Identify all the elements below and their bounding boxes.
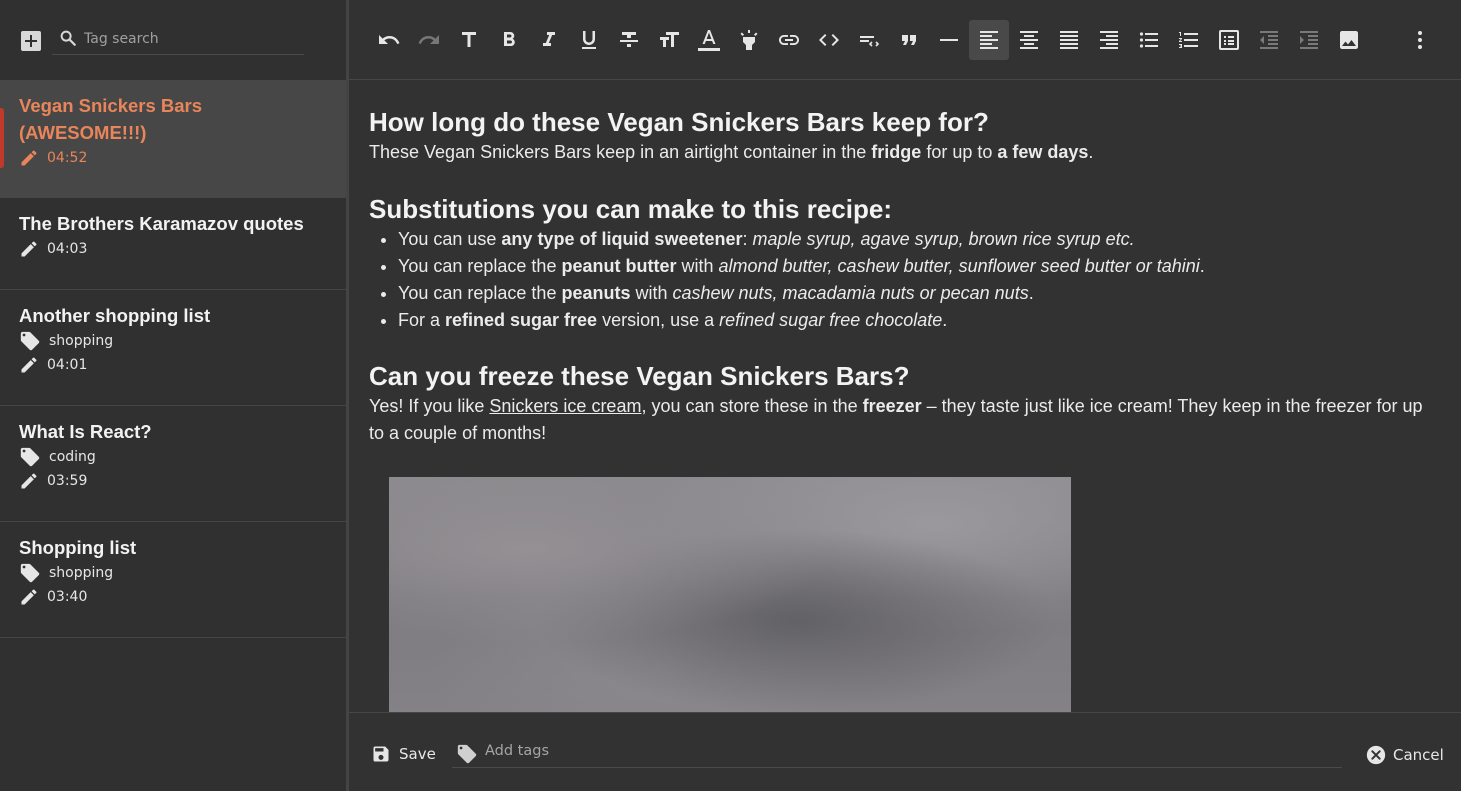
cancel-label: Cancel [1393,746,1444,764]
note-time: 04:03 [47,241,88,257]
indent-icon[interactable] [1289,20,1329,60]
paragraph-storage: These Vegan Snickers Bars keep in an air… [369,142,1094,162]
highlight-icon[interactable] [729,20,769,60]
pencil-icon [21,473,37,489]
italic-icon[interactable] [529,20,569,60]
note-editor[interactable]: How long do these Vegan Snickers Bars ke… [349,81,1461,712]
note-tag-label: coding [49,449,96,465]
list-item: For a refined sugar free version, use a … [398,307,1441,334]
note-list-item[interactable]: Shopping list shopping 03:40 [0,522,346,638]
note-tag-label: shopping [49,333,114,349]
add-note-icon[interactable] [21,31,41,51]
paragraph-freezing: Yes! If you like Snickers ice cream, you… [369,396,1423,443]
note-title: Another shopping list [19,305,211,326]
editor-toolbar [349,0,1461,80]
note-title: Vegan Snickers Bars (AWESOME!!!) [19,95,203,143]
tag-search-box[interactable] [52,26,304,55]
redo-icon[interactable] [409,20,449,60]
notes-sidebar: Vegan Snickers Bars (AWESOME!!!) 04:52 T… [0,0,346,791]
add-tags-field[interactable] [452,740,1342,768]
note-title: The Brothers Karamazov quotes [19,213,304,234]
pencil-icon [21,150,37,166]
checklist-icon[interactable] [1209,20,1249,60]
tag-search-input[interactable] [84,28,299,50]
tag-icon [457,744,477,764]
heading-substitutions: Substitutions you can make to this recip… [369,194,892,224]
pencil-icon [21,357,37,373]
note-list-item[interactable]: The Brothers Karamazov quotes 04:03 [0,198,346,290]
quote-icon[interactable] [889,20,929,60]
note-tag: shopping [19,561,327,585]
save-icon [373,746,389,762]
outdent-icon[interactable] [1249,20,1289,60]
list-item: You can use any type of liquid sweetener… [398,226,1441,253]
bold-icon[interactable] [489,20,529,60]
heading-freezing: Can you freeze these Vegan Snickers Bars… [369,361,910,391]
note-list-item[interactable]: Another shopping list shopping 04:01 [0,290,346,406]
horizontal-rule-icon[interactable] [929,20,969,60]
align-left-icon[interactable] [969,20,1009,60]
undo-icon[interactable] [369,20,409,60]
text-style-icon[interactable] [449,20,489,60]
note-modified: 03:40 [19,585,327,609]
numbered-list-icon[interactable] [1169,20,1209,60]
note-modified: 03:59 [19,469,327,493]
list-item: You can replace the peanut butter with a… [398,253,1441,280]
close-circle-icon [1366,745,1386,765]
more-options-icon[interactable] [1400,20,1440,60]
note-time: 04:52 [47,150,88,166]
insert-image-icon[interactable] [1329,20,1369,60]
font-color-icon[interactable] [689,20,729,60]
recipe-photo [389,477,1071,712]
pencil-icon [21,241,37,257]
substitutions-list: You can use any type of liquid sweetener… [398,226,1441,334]
bulleted-list-icon[interactable] [1129,20,1169,60]
note-tag: coding [19,445,327,469]
search-icon [59,29,77,51]
align-center-icon[interactable] [1009,20,1049,60]
note-time: 03:59 [47,473,88,489]
note-title: What Is React? [19,421,152,442]
heading-storage: How long do these Vegan Snickers Bars ke… [369,107,989,137]
code-block-icon[interactable] [849,20,889,60]
sidebar-header [0,0,346,80]
link-icon[interactable] [769,20,809,60]
snickers-ice-cream-link[interactable]: Snickers ice cream [489,396,641,416]
note-tag-label: shopping [49,565,114,581]
align-justify-icon[interactable] [1049,20,1089,60]
code-icon[interactable] [809,20,849,60]
tag-icon [20,331,40,351]
add-tags-input[interactable] [485,743,1285,759]
align-right-icon[interactable] [1089,20,1129,60]
note-list-item[interactable]: What Is React? coding 03:59 [0,406,346,522]
tag-icon [20,563,40,583]
note-modified: 04:03 [19,237,327,261]
font-size-icon[interactable] [649,20,689,60]
note-title: Shopping list [19,537,137,558]
note-time: 03:40 [47,589,88,605]
save-button[interactable]: Save [371,743,436,765]
note-modified: 04:01 [19,353,327,377]
save-label: Save [399,745,436,763]
underline-icon[interactable] [569,20,609,60]
note-modified: 04:52 [19,146,327,170]
note-time: 04:01 [47,357,88,373]
strikethrough-icon[interactable] [609,20,649,60]
list-item: You can replace the peanuts with cashew … [398,280,1441,307]
note-tag: shopping [19,329,327,353]
tag-icon [20,447,40,467]
note-list-item[interactable]: Vegan Snickers Bars (AWESOME!!!) 04:52 [0,80,346,198]
editor-footer: Save Cancel [349,712,1461,791]
cancel-button[interactable]: Cancel [1365,744,1444,766]
pencil-icon [21,589,37,605]
